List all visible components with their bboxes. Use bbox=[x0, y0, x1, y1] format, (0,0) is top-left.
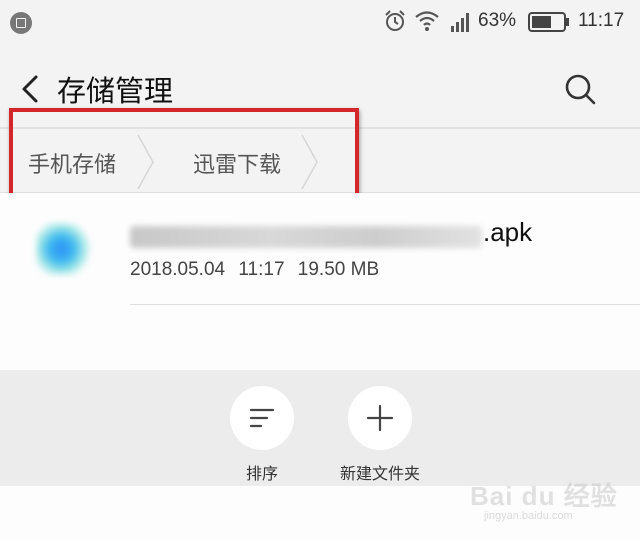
file-date: 2018.05.04 bbox=[130, 259, 226, 280]
list-item[interactable]: .apk 2018.05.04 11:17 19.50 MB bbox=[0, 193, 640, 305]
new-folder-button[interactable]: 新建文件夹 bbox=[330, 386, 430, 484]
battery-percent: 63% bbox=[478, 10, 517, 31]
search-icon bbox=[565, 74, 596, 105]
wifi-icon bbox=[414, 9, 440, 37]
plus-icon bbox=[366, 404, 394, 432]
search-button[interactable] bbox=[563, 72, 597, 106]
sort-lines-icon bbox=[249, 408, 275, 428]
page-title: 存储管理 bbox=[57, 74, 174, 108]
back-button[interactable] bbox=[18, 74, 46, 104]
file-size: 19.50 MB bbox=[297, 259, 380, 280]
watermark-text: Bai du 经验 bbox=[470, 481, 618, 511]
status-bar: 63% 11:17 bbox=[0, 0, 640, 46]
apk-file-icon bbox=[36, 223, 92, 275]
alarm-clock-icon bbox=[383, 9, 407, 37]
app-notification-icon bbox=[10, 12, 32, 34]
file-time: 11:17 bbox=[238, 259, 285, 280]
signal-icon bbox=[450, 11, 472, 37]
sort-button-circle[interactable] bbox=[230, 386, 294, 450]
baidu-watermark-logo: Bai du 经验 jingyan.baidu.com bbox=[470, 470, 630, 530]
file-extension: .apk bbox=[483, 217, 533, 247]
battery-icon bbox=[528, 11, 570, 37]
file-name-blurred bbox=[130, 226, 482, 248]
chevron-left-icon bbox=[22, 75, 38, 103]
file-meta: 2018.05.04 11:17 19.50 MB bbox=[130, 259, 379, 281]
new-folder-button-circle[interactable] bbox=[348, 386, 412, 450]
watermark-url: jingyan.baidu.com bbox=[484, 510, 573, 522]
status-time: 11:17 bbox=[578, 10, 625, 31]
file-list: .apk 2018.05.04 11:17 19.50 MB bbox=[0, 193, 640, 370]
new-folder-label: 新建文件夹 bbox=[339, 464, 420, 483]
list-divider bbox=[130, 304, 640, 305]
sort-label: 排序 bbox=[245, 464, 278, 483]
bottom-toolbar: 排序 新建文件夹 bbox=[0, 370, 640, 486]
sort-button[interactable]: 排序 bbox=[212, 386, 312, 484]
